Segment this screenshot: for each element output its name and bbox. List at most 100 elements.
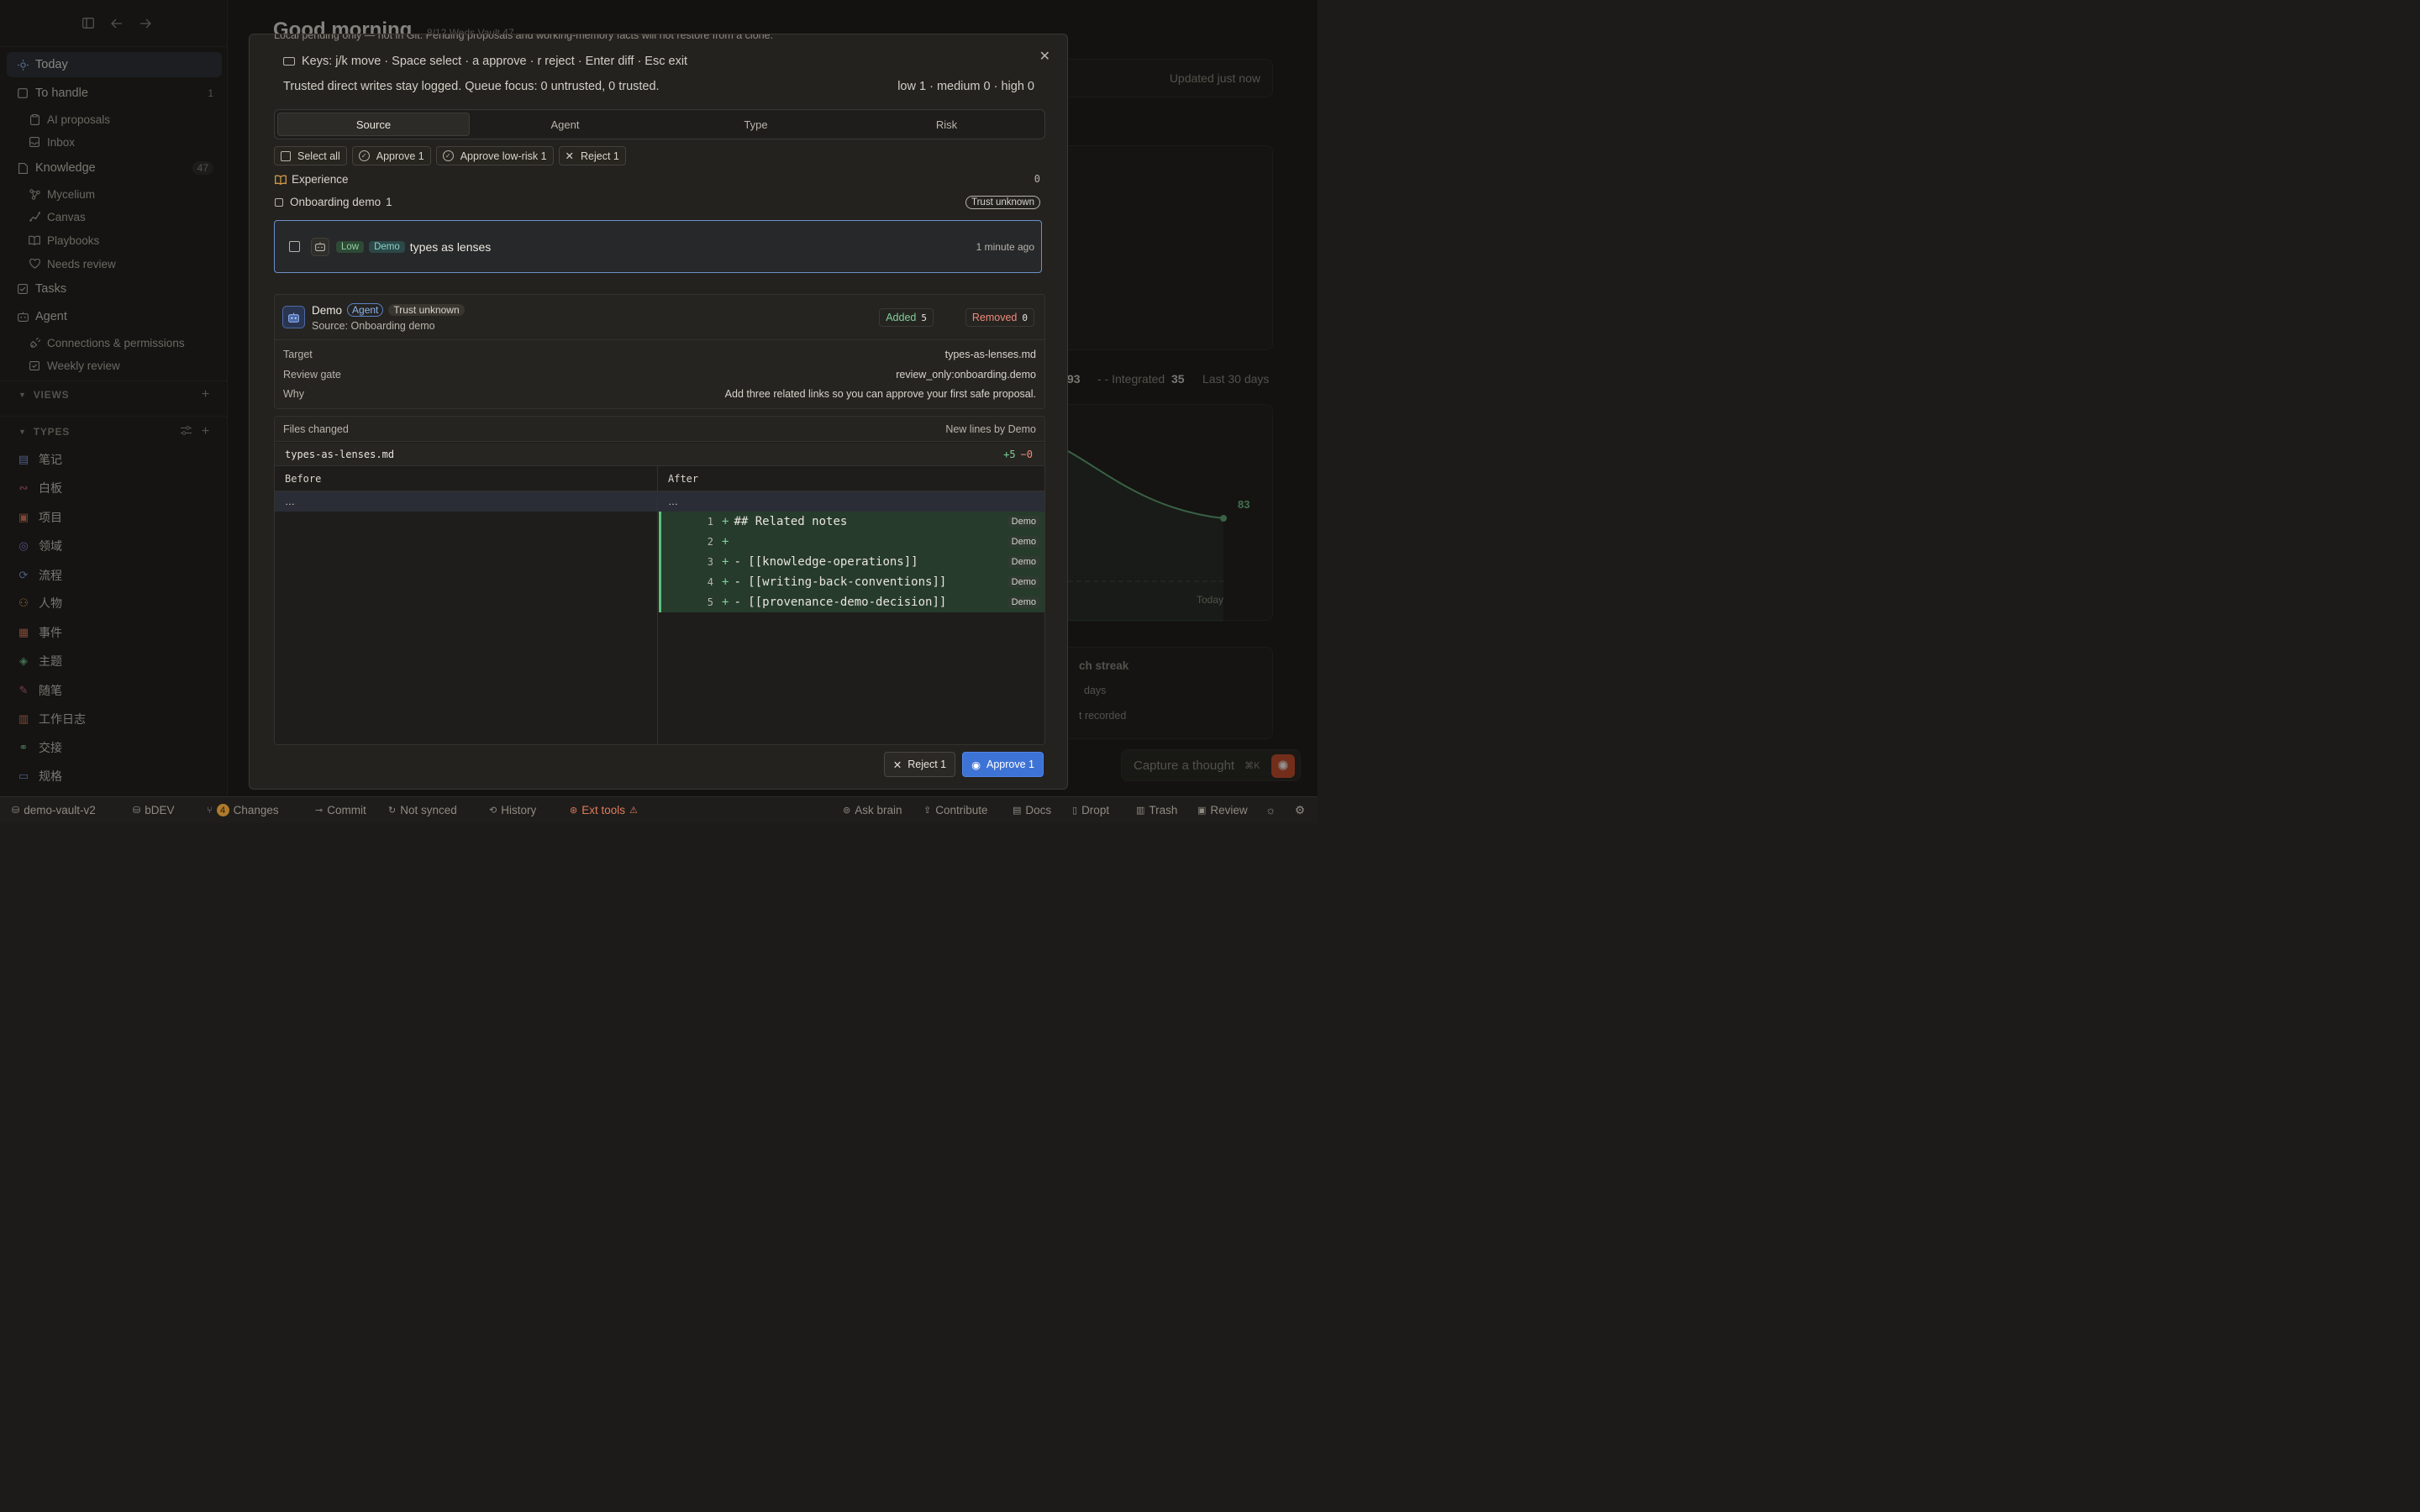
tab-risk[interactable]: Risk [851,113,1042,136]
bulk-actions: Select all ✓ Approve 1 ✓ Approve low-risk … [274,146,626,165]
reject-footer-button[interactable]: ✕ Reject 1 [883,752,956,777]
settings-gear-icon[interactable]: ⚙ [1295,804,1305,817]
diff-line: 2 + Demo [659,532,1044,552]
files-changed-panel: Files changed New lines by Demo types-as… [274,416,1045,745]
warning-icon: ⚠ [629,806,638,816]
tools-icon: ⊛ [570,806,578,816]
group-onboarding[interactable]: Onboarding demo 1 [275,196,392,208]
approve-low-risk-button[interactable]: ✓ Approve low-risk 1 [435,146,554,165]
trusted-note: Trusted direct writes stay logged. Queue… [283,80,660,93]
reject-button[interactable]: ✕ Reject 1 [558,146,626,165]
file-name-row[interactable]: types-as-lenses.md +5 −0 [275,443,1044,466]
tab-agent[interactable]: Agent [470,113,660,136]
robot-icon [311,237,329,256]
vault-selector[interactable]: ⛁ demo-vault-v2 [12,804,96,816]
diff-line: 5 + - [[provenance-demo-decision]] Demo [659,592,1044,612]
diff-line: 4 + - [[writing-back-conventions]] Demo [659,572,1044,592]
detail-row-why: Why Add three related links so you can ap… [283,388,1036,400]
diff-collapsed-row[interactable]: … … [275,491,1044,512]
trust-pill: Trust unknown [388,304,465,316]
agent-avatar-icon [282,306,305,328]
review-queue-modal: Local pending only — not in Git. Pending… [249,34,1068,790]
col-before: Before [275,466,658,491]
commit-button[interactable]: ⊸ Commit [315,804,366,816]
source-badge: Demo [369,240,405,253]
check-circle-icon: ✓ [442,150,454,161]
trash-icon: ▥ [1136,806,1145,816]
diff-added-lines: 1 + ## Related notes Demo 2 + Demo 3 + - [[know… [659,512,1044,612]
database-icon: ⛁ [12,806,20,816]
review-icon: ▣ [1197,806,1207,816]
added-count: Added 5 [879,308,934,327]
history-button[interactable]: ⟲ History [489,804,536,816]
detail-row-target: Target types-as-lenses.md [283,349,1036,360]
contribute-button[interactable]: ⇪ Contribute [923,804,988,816]
col-after: After [668,472,699,485]
approve-footer-button[interactable]: ◉ Approve 1 [962,752,1044,777]
risk-summary: low 1 · medium 0 · high 0 [897,80,1034,93]
diff-line: 3 + - [[knowledge-operations]] Demo [659,552,1044,572]
removed-count: Removed 0 [965,308,1034,327]
approve-button[interactable]: ✓ Approve 1 [351,146,431,165]
agent-name: Demo [312,303,343,317]
ask-brain-button[interactable]: ⊚ Ask brain [843,804,902,816]
close-icon[interactable]: ✕ [1039,48,1050,65]
group-label: Onboarding demo [290,196,381,208]
review-button[interactable]: ▣ Review [1197,804,1248,816]
phone-icon: ▯ [1072,806,1078,816]
close-icon: ✕ [892,759,902,771]
pending-note: Local pending only — not in Git. Pending… [274,34,774,41]
agent-pill: Agent [347,303,384,317]
tab-source[interactable]: Source [277,113,470,136]
docs-button[interactable]: ▤ Docs [1013,804,1051,816]
files-header: Files changed New lines by Demo [275,417,1044,442]
contribute-icon: ⇪ [923,806,932,816]
status-bar: ⛁ demo-vault-v2 ⛁ bDEV ⑂ 4 Changes ⊸ Commit ↻… [0,796,1318,823]
group-by-segmented: Source Agent Type Risk [274,109,1045,139]
agent-name-row: Demo Agent Trust unknown [312,303,465,317]
branch-indicator[interactable]: ⛁ bDEV [133,804,175,816]
checkbox-icon [281,150,291,161]
risk-badge: Low [336,240,365,253]
brain-icon: ⊚ [843,806,851,816]
docs-icon: ▤ [1013,806,1022,816]
sync-icon: ↻ [388,806,397,816]
check-circle-icon: ✓ [358,150,370,161]
open-book-icon [275,175,287,185]
commit-icon: ⊸ [315,806,324,816]
detail-divider [275,339,1044,340]
branch-icon: ⛁ [133,806,141,816]
changes-count-badge: 4 [216,804,229,816]
proposal-detail: Demo Agent Trust unknown Source: Onboard… [274,294,1045,409]
file-name: types-as-lenses.md [285,448,395,460]
modal-footer: ✕ Reject 1 ◉ Approve 1 [883,752,1044,777]
theme-toggle-icon[interactable]: ☼ [1265,804,1276,816]
group-experience[interactable]: Experience [275,173,349,186]
proposal-time: 1 minute ago [976,240,1034,253]
detail-row-review-gate: Review gate review_only:onboarding.demo [283,369,1036,381]
group-count: 1 [386,196,392,208]
group-label: Experience [292,173,349,186]
checkbox-icon[interactable] [275,197,283,207]
changes-button[interactable]: ⑂ 4 Changes [207,804,279,816]
ext-tools-button[interactable]: ⊛ Ext tools ⚠ [570,804,638,816]
check-circle-icon: ◉ [971,759,981,771]
proposal-source: Source: Onboarding demo [312,320,435,332]
trash-button[interactable]: ▥ Trash [1136,804,1177,816]
git-icon: ⑂ [207,805,213,816]
sync-status[interactable]: ↻ Not synced [388,804,457,816]
proposal-row[interactable]: Low Demo types as lenses 1 minute ago [274,220,1042,273]
keyboard-hints: Keys: j/k move · Space select · a approv… [283,55,687,68]
trust-badge: Trust unknown [965,196,1040,209]
checkbox-icon[interactable] [289,241,300,252]
keyboard-icon [283,57,295,66]
history-icon: ⟲ [489,806,497,816]
dropt-button[interactable]: ▯ Dropt [1072,804,1109,816]
select-all-button[interactable]: Select all [274,146,347,165]
close-icon: ✕ [565,150,575,162]
proposal-title: types as lenses [409,239,492,254]
tab-type[interactable]: Type [660,113,851,136]
group-count: 0 [1034,173,1040,185]
diff-columns-header: Before After [275,466,1044,491]
before-column [275,512,658,744]
